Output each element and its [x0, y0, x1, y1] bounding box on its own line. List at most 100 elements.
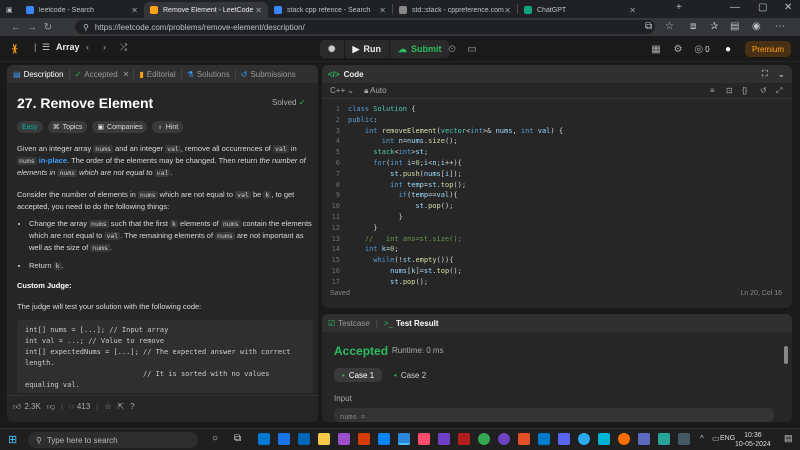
visual-studio-app-icon[interactable] [338, 433, 350, 445]
edge-browser-active-icon[interactable] [398, 433, 410, 445]
task-view-icon[interactable]: ⧉ [234, 433, 241, 444]
reset-icon[interactable]: ↺ [760, 86, 767, 95]
like-button[interactable]: 👍︎ 2.3K [13, 402, 41, 412]
layout-icon[interactable]: ▦ [648, 41, 664, 57]
browser-tab[interactable]: std::stack - cppreference.com ✕ [393, 2, 517, 18]
app-icon[interactable] [518, 433, 530, 445]
code-line[interactable]: 14 int k=0; [322, 244, 790, 255]
notes-icon[interactable]: ▭ [464, 41, 480, 57]
premium-button[interactable]: Premium [745, 41, 791, 57]
debug-button[interactable]: ✺ [320, 40, 344, 58]
code-line[interactable]: 6 for(int i=0;i<n;i++){ [322, 158, 790, 169]
code-editor[interactable]: 1 class Solution {2 public: 3 int removeEle… [322, 99, 790, 285]
help-icon[interactable]: ? [130, 402, 134, 411]
hint-chip[interactable]: ♁ Hint [152, 121, 184, 133]
chrome-app-icon[interactable] [478, 433, 490, 445]
shuffle-icon[interactable]: ⤮ [120, 42, 127, 53]
tab-actions-icon[interactable]: ▣ [0, 2, 20, 18]
windows-start-icon[interactable]: ⊞ [8, 433, 17, 446]
bookmark-icon[interactable]: ⊡ [726, 86, 733, 95]
code-line[interactable]: 13 // int ans=st.size(); [322, 234, 790, 245]
dreamweaver-app-icon[interactable] [458, 433, 470, 445]
language-indicator[interactable]: ENG [720, 435, 735, 442]
azure-app-icon[interactable] [378, 433, 390, 445]
forward-icon[interactable]: → [24, 22, 40, 33]
close-tab-icon[interactable]: ✕ [255, 6, 262, 15]
site-info-icon[interactable]: ⚲ [83, 23, 89, 32]
tab-test-result[interactable]: Test Result [396, 319, 439, 328]
close-tab-icon[interactable]: ✕ [629, 6, 636, 15]
in-place-link[interactable]: in-place [39, 156, 67, 165]
tab-testcase[interactable]: Testcase [338, 319, 370, 328]
code-line[interactable]: 5 stack<int>st; [322, 147, 790, 158]
app-icon[interactable] [638, 433, 650, 445]
scrollbar[interactable] [784, 346, 788, 364]
browser-tab[interactable]: ChatGPT ✕ [518, 2, 642, 18]
coins-counter[interactable]: ◎ 0 [690, 41, 714, 57]
taskbar-search[interactable]: ⚲ Type here to search [28, 432, 198, 448]
reload-icon[interactable]: ↻ [40, 22, 56, 33]
problem-list-title[interactable]: Array [56, 42, 80, 52]
profile-icon[interactable]: ◉ [752, 21, 761, 32]
github-app-icon[interactable] [498, 433, 510, 445]
collapse-panel-icon[interactable]: ⌄ [778, 70, 785, 79]
companies-chip[interactable]: ▣ Companies [92, 121, 148, 133]
browser-tab-active[interactable]: Remove Element - LeetCode ✕ [144, 2, 268, 18]
close-tab-icon[interactable]: ✕ [379, 6, 386, 15]
code-line[interactable]: 12 } [322, 223, 790, 234]
code-line[interactable]: 11 } [322, 212, 790, 223]
prev-problem-icon[interactable]: ‹ [86, 42, 89, 52]
settings-gear-icon[interactable]: ⚙ [670, 41, 686, 57]
office-app-icon[interactable] [358, 433, 370, 445]
case-2-tab[interactable]: • Case 2 [386, 368, 434, 382]
code-line[interactable]: 2 public: [322, 115, 790, 126]
favorite-star-icon[interactable]: ☆ [104, 402, 111, 411]
app-icon[interactable] [618, 433, 630, 445]
extensions-icon[interactable]: ⧈ [690, 21, 696, 32]
code-line[interactable]: 17 st.pop(); [322, 277, 790, 285]
language-select[interactable]: C++ ⌄ [330, 86, 354, 95]
favorites-icon[interactable]: ✰ [710, 21, 718, 32]
minimize-icon[interactable]: — [730, 2, 740, 13]
more-menu-icon[interactable]: ⋯ [775, 21, 785, 32]
code-line[interactable]: 3 int removeElement(vector<int>& nums, i… [322, 126, 790, 137]
run-button[interactable]: ▶ Run [344, 40, 389, 58]
code-line[interactable]: 10 st.pop(); [322, 201, 790, 212]
comments-button[interactable]: ◌ 413 [69, 402, 90, 411]
close-tab-icon[interactable]: ✕ [131, 6, 138, 15]
tray-chevron-icon[interactable]: ^ [700, 434, 704, 443]
tab-accepted[interactable]: ✓ Accepted [75, 70, 118, 79]
topics-chip[interactable]: ⌘ Topics [47, 121, 88, 133]
clock[interactable]: 10:36 10-05-2024 [735, 431, 771, 449]
submit-button[interactable]: ☁ Submit [389, 40, 450, 58]
back-icon[interactable]: ← [8, 22, 24, 33]
url-field[interactable]: ⚲ https://leetcode.com/problems/remove-e… [75, 20, 655, 34]
maximize-panel-icon[interactable]: ⛶ [762, 69, 768, 79]
tab-editorial[interactable]: ▮ Editorial [139, 70, 175, 79]
reader-mode-icon[interactable]: ⧉ [645, 21, 652, 32]
tab-submissions[interactable]: ↺ Submissions [241, 70, 296, 79]
browser-tab[interactable]: stack cpp refence - Search ✕ [268, 2, 392, 18]
code-line[interactable]: 9 if(temp==val){ [322, 190, 790, 201]
store-app-icon[interactable] [258, 433, 270, 445]
case-1-tab[interactable]: • Case 1 [334, 368, 383, 382]
tab-description[interactable]: ▤ Description [13, 70, 64, 79]
app-icon[interactable] [658, 433, 670, 445]
code-line[interactable]: 1 class Solution { [322, 104, 790, 115]
code-line[interactable]: 8 int temp=st.top(); [322, 180, 790, 191]
notification-icon[interactable]: ▤ [784, 433, 793, 444]
next-problem-icon[interactable]: › [103, 42, 106, 52]
mail-app-icon[interactable] [278, 433, 290, 445]
user-avatar-icon[interactable]: ● [720, 41, 736, 57]
problem-list-icon[interactable]: ☰ [42, 42, 50, 53]
code-line[interactable]: 4 int n=nums.size(); [322, 136, 790, 147]
auto-format-toggle[interactable]: 🔒︎ Auto [364, 86, 387, 96]
telegram-app-icon[interactable] [578, 433, 590, 445]
cortana-icon[interactable]: ○ [212, 433, 218, 444]
intellij-app-icon[interactable] [418, 433, 430, 445]
collections-icon[interactable]: ▤ [730, 21, 739, 32]
app-icon[interactable] [598, 433, 610, 445]
new-tab-icon[interactable]: + [676, 2, 682, 13]
share-icon[interactable]: ⇱ [117, 402, 124, 411]
code-line[interactable]: 15 while(!st.empty()){ [322, 255, 790, 266]
